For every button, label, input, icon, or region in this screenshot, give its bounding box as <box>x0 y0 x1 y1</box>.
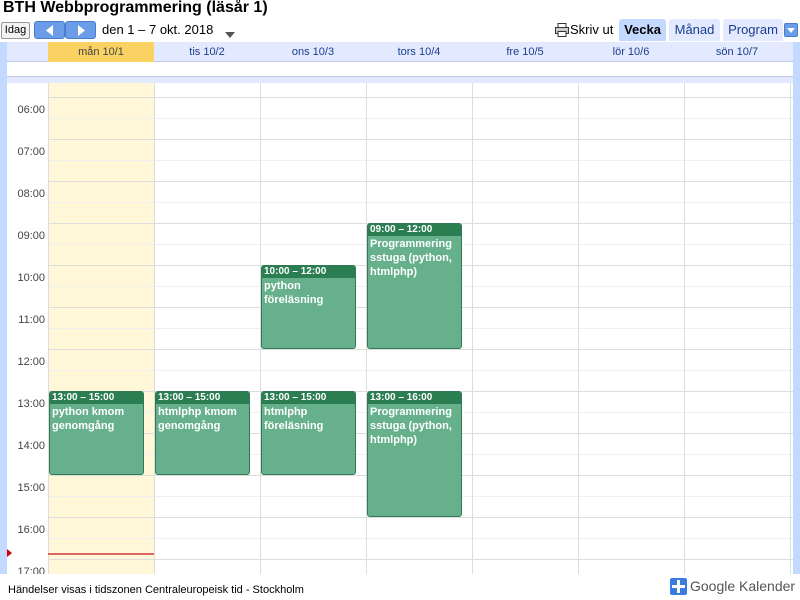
hour-label: 09:00 <box>17 230 45 242</box>
hour-label: 16:00 <box>17 524 45 536</box>
day-divider <box>790 83 791 574</box>
week-view: mån 10/1 tis 10/2 ons 10/3 tors 10/4 fre 10/… <box>7 42 793 574</box>
half-hour-line <box>48 160 793 161</box>
all-day-row[interactable] <box>7 62 793 77</box>
day-header-row: mån 10/1 tis 10/2 ons 10/3 tors 10/4 fre 10/… <box>7 42 793 62</box>
hour-label: 14:00 <box>17 440 45 452</box>
calendar-title: BTH Webbprogrammering (läsår 1) <box>3 0 268 16</box>
event-time: 13:00 – 15:00 <box>156 392 249 404</box>
calendar-event[interactable]: 13:00 – 15:00 python kmom genomgång <box>49 391 144 475</box>
plus-icon <box>670 578 687 595</box>
current-time-marker-icon <box>7 549 12 557</box>
print-label: Skriv ut <box>570 22 614 37</box>
event-title: htmlphp kmom genomgång <box>158 406 237 432</box>
printer-icon <box>555 23 569 37</box>
hour-label: 08:00 <box>17 188 45 200</box>
tab-agenda[interactable]: Program <box>723 19 783 41</box>
hour-label: 13:00 <box>17 398 45 410</box>
day-header[interactable]: mån 10/1 <box>48 42 154 62</box>
tab-month[interactable]: Månad <box>669 19 720 41</box>
day-header[interactable]: ons 10/3 <box>260 42 366 62</box>
calendar-event[interactable]: 13:00 – 15:00 htmlphp föreläsning <box>261 391 356 475</box>
event-time: 13:00 – 15:00 <box>50 392 143 404</box>
day-header[interactable]: lör 10/6 <box>578 42 684 62</box>
footer: Händelser visas i tidszonen Centraleurop… <box>0 574 800 600</box>
hour-label: 17:00 <box>17 566 45 574</box>
hour-line <box>48 559 793 560</box>
next-week-button[interactable] <box>65 21 96 39</box>
hour-line <box>48 97 793 98</box>
time-grid[interactable]: 06:00 07:00 08:00 09:00 10:00 11:00 12:00 13:00… <box>7 83 793 574</box>
calendar-event[interactable]: 09:00 – 12:00 Programmering sstuga (pytho… <box>367 223 462 349</box>
event-title: Programmering sstuga (python, htmlphp) <box>370 406 452 446</box>
day-divider <box>684 83 685 574</box>
tab-dropdown-button[interactable] <box>784 23 798 37</box>
event-title: python kmom genomgång <box>52 406 125 432</box>
event-time: 10:00 – 12:00 <box>262 266 355 278</box>
chevron-down-icon <box>225 32 235 38</box>
hour-line <box>48 139 793 140</box>
day-header[interactable]: sön 10/7 <box>684 42 790 62</box>
timezone-note: Händelser visas i tidszonen Centraleurop… <box>8 584 304 596</box>
calendar-frame: mån 10/1 tis 10/2 ons 10/3 tors 10/4 fre 10/… <box>0 42 800 574</box>
day-header[interactable]: tis 10/2 <box>154 42 260 62</box>
tab-week[interactable]: Vecka <box>619 19 666 41</box>
half-hour-line <box>48 370 793 371</box>
hour-label: 12:00 <box>17 356 45 368</box>
calendar-event[interactable]: 10:00 – 12:00 python föreläsning <box>261 265 356 349</box>
day-divider <box>154 83 155 574</box>
day-divider <box>472 83 473 574</box>
hour-line <box>48 181 793 182</box>
current-time-line <box>48 553 154 555</box>
hour-label: 06:00 <box>17 104 45 116</box>
day-header[interactable]: fre 10/5 <box>472 42 578 62</box>
half-hour-line <box>48 202 793 203</box>
day-header[interactable]: tors 10/4 <box>366 42 472 62</box>
previous-week-button[interactable] <box>34 21 65 39</box>
half-hour-line <box>48 118 793 119</box>
event-time: 13:00 – 15:00 <box>262 392 355 404</box>
day-divider <box>48 83 49 574</box>
chevron-down-icon <box>787 28 795 33</box>
hour-label: 11:00 <box>18 314 45 326</box>
day-divider <box>578 83 579 574</box>
calendar-event[interactable]: 13:00 – 16:00 Programmering sstuga (pytho… <box>367 391 462 517</box>
hour-line <box>48 517 793 518</box>
half-hour-line <box>48 538 793 539</box>
event-title: python föreläsning <box>264 280 324 306</box>
google-calendar-brand: Google Kalender <box>690 578 796 594</box>
date-range-label: den 1 – 7 okt. 2018 <box>102 22 214 37</box>
hour-line <box>48 349 793 350</box>
arrow-left-icon <box>46 25 53 36</box>
event-title: htmlphp föreläsning <box>264 406 324 432</box>
hour-label: 07:00 <box>17 146 45 158</box>
calendar-event[interactable]: 13:00 – 15:00 htmlphp kmom genomgång <box>155 391 250 475</box>
hour-label: 15:00 <box>17 482 45 494</box>
date-range-dropdown[interactable] <box>225 25 235 43</box>
event-time: 09:00 – 12:00 <box>368 224 461 236</box>
event-time: 13:00 – 16:00 <box>368 392 461 404</box>
event-title: Programmering sstuga (python, htmlphp) <box>370 238 452 278</box>
arrow-right-icon <box>78 25 85 36</box>
hour-label: 10:00 <box>17 272 45 284</box>
today-button[interactable]: Idag <box>1 22 30 39</box>
